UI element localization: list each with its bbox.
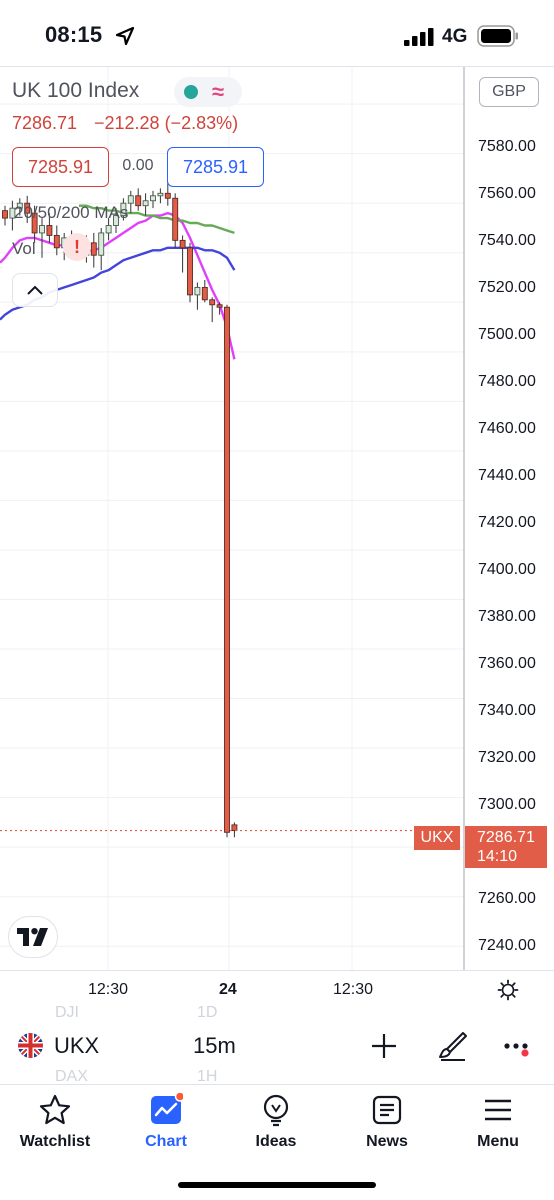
- candle-body: [216, 304, 223, 308]
- x-tick-label: 12:30: [88, 981, 129, 998]
- y-tick-label: 7320.00: [478, 749, 536, 766]
- more-options-icon[interactable]: [504, 1038, 534, 1058]
- drawing-brush-icon[interactable]: [437, 1030, 469, 1062]
- interval-selector[interactable]: 15m: [193, 1033, 236, 1059]
- bottom-navigation: Watchlist Chart Ideas News Menu: [0, 1084, 554, 1200]
- market-open-dot-icon: [184, 85, 198, 99]
- status-bar: 08:15 4G: [0, 0, 554, 66]
- time-axis[interactable]: 12:30 24 12:30: [0, 970, 554, 1006]
- last-price: 7286.71: [12, 113, 78, 133]
- y-tick-label: 7560.00: [478, 185, 536, 202]
- indicator-label[interactable]: 20/50/200 MAs: [14, 203, 128, 223]
- y-tick-label: 7540.00: [478, 232, 536, 249]
- tradingview-logo[interactable]: [8, 916, 58, 958]
- y-tick-label: 7400.00: [478, 561, 536, 578]
- candle-body: [98, 232, 105, 256]
- network-type: 4G: [442, 26, 468, 47]
- nav-label: News: [366, 1133, 408, 1150]
- symbol-selector[interactable]: UKX: [54, 1033, 99, 1059]
- bar-countdown: 14:10: [477, 848, 518, 865]
- buy-button[interactable]: 7285.91: [167, 147, 264, 187]
- symbol-title[interactable]: UK 100 Index: [12, 79, 139, 103]
- chart-area[interactable]: UK 100 Index ≈ 7286.71 −212.28 (−2.83%) …: [0, 66, 554, 971]
- chart-toolbar: DJI 1D DAX 1H UKX 15m: [0, 1004, 554, 1085]
- y-tick-label: 7480.00: [478, 373, 536, 390]
- location-arrow-icon: [115, 26, 135, 46]
- candle-body: [172, 197, 179, 241]
- y-tick-label: 7340.00: [478, 702, 536, 719]
- chart-icon: [151, 1093, 183, 1124]
- candle-body: [209, 299, 216, 306]
- y-tick-label: 7260.00: [478, 890, 536, 907]
- x-tick-label: 24: [219, 981, 237, 998]
- x-tick-label: 12:30: [333, 981, 374, 998]
- candle-body: [164, 192, 171, 199]
- status-time: 08:15: [45, 22, 103, 47]
- candle-body: [2, 210, 8, 219]
- candle-body: [231, 824, 238, 831]
- nav-label: Ideas: [255, 1133, 297, 1150]
- sell-button[interactable]: 7285.91: [12, 147, 109, 187]
- y-tick-label: 7360.00: [478, 655, 536, 672]
- newspaper-icon: [372, 1095, 402, 1125]
- lightbulb-icon: [263, 1094, 289, 1127]
- y-tick-label: 7440.00: [478, 467, 536, 484]
- chevron-up-icon: [27, 285, 43, 295]
- last-price-tag-value: 7286.71: [477, 829, 535, 846]
- candle-body: [150, 195, 156, 202]
- candle-body: [142, 200, 149, 207]
- volume-label[interactable]: Vol: [12, 239, 36, 259]
- candle-body: [201, 286, 208, 301]
- alert-icon[interactable]: !: [63, 233, 91, 261]
- star-icon: [39, 1094, 71, 1125]
- candle-body: [224, 306, 230, 833]
- currency-label: GBP: [492, 83, 526, 100]
- candle-body: [127, 195, 134, 204]
- tradingview-logo-icon: [17, 928, 48, 946]
- candle-body: [187, 247, 193, 296]
- y-tick-label: 7240.00: [478, 937, 536, 954]
- nav-news[interactable]: News: [337, 1093, 437, 1153]
- ghost-interval-above: 1D: [197, 1004, 218, 1021]
- nav-chart[interactable]: Chart: [116, 1093, 216, 1153]
- candle-body: [179, 239, 186, 249]
- collapse-legend-button[interactable]: [12, 273, 58, 307]
- nav-ideas[interactable]: Ideas: [226, 1093, 326, 1153]
- spread-value: 0.00: [122, 157, 154, 174]
- candle-body: [53, 234, 60, 249]
- nav-label: Chart: [145, 1133, 187, 1150]
- uk-flag-icon[interactable]: [18, 1033, 43, 1058]
- candle-body: [90, 242, 97, 256]
- candle-body: [157, 192, 164, 197]
- y-tick-label: 7520.00: [478, 279, 536, 296]
- candle-body: [135, 195, 142, 207]
- nav-watchlist[interactable]: Watchlist: [5, 1093, 105, 1153]
- y-tick-label: 7300.00: [478, 796, 536, 813]
- candle-body: [194, 286, 201, 296]
- price-change: −212.28 (−2.83%): [94, 113, 239, 133]
- y-tick-label: 7420.00: [478, 514, 536, 531]
- hamburger-menu-icon: [485, 1099, 511, 1121]
- y-tick-label: 7460.00: [478, 420, 536, 437]
- nav-label: Watchlist: [19, 1133, 91, 1150]
- candle-body: [39, 225, 45, 234]
- ghost-symbol-above: DJI: [55, 1004, 79, 1021]
- nav-menu[interactable]: Menu: [448, 1093, 548, 1153]
- nav-label: Menu: [477, 1133, 519, 1150]
- cellular-signal-icon: [404, 28, 434, 46]
- currency-button[interactable]: GBP: [479, 77, 539, 107]
- y-tick-label: 7580.00: [478, 138, 536, 155]
- candle-body: [46, 225, 53, 236]
- plus-icon[interactable]: [370, 1032, 398, 1060]
- last-price-tag: 7286.71 14:10: [465, 826, 547, 868]
- candle-body: [105, 225, 112, 234]
- wave-icon: ≈: [212, 79, 225, 104]
- last-symbol-tag: UKX: [414, 826, 460, 850]
- home-indicator: [178, 1182, 376, 1188]
- settings-gear-icon[interactable]: [497, 979, 519, 1001]
- y-tick-label: 7380.00: [478, 608, 536, 625]
- market-status-pill[interactable]: ≈: [174, 77, 242, 107]
- battery-icon: [477, 25, 518, 47]
- y-tick-label: 7500.00: [478, 326, 536, 343]
